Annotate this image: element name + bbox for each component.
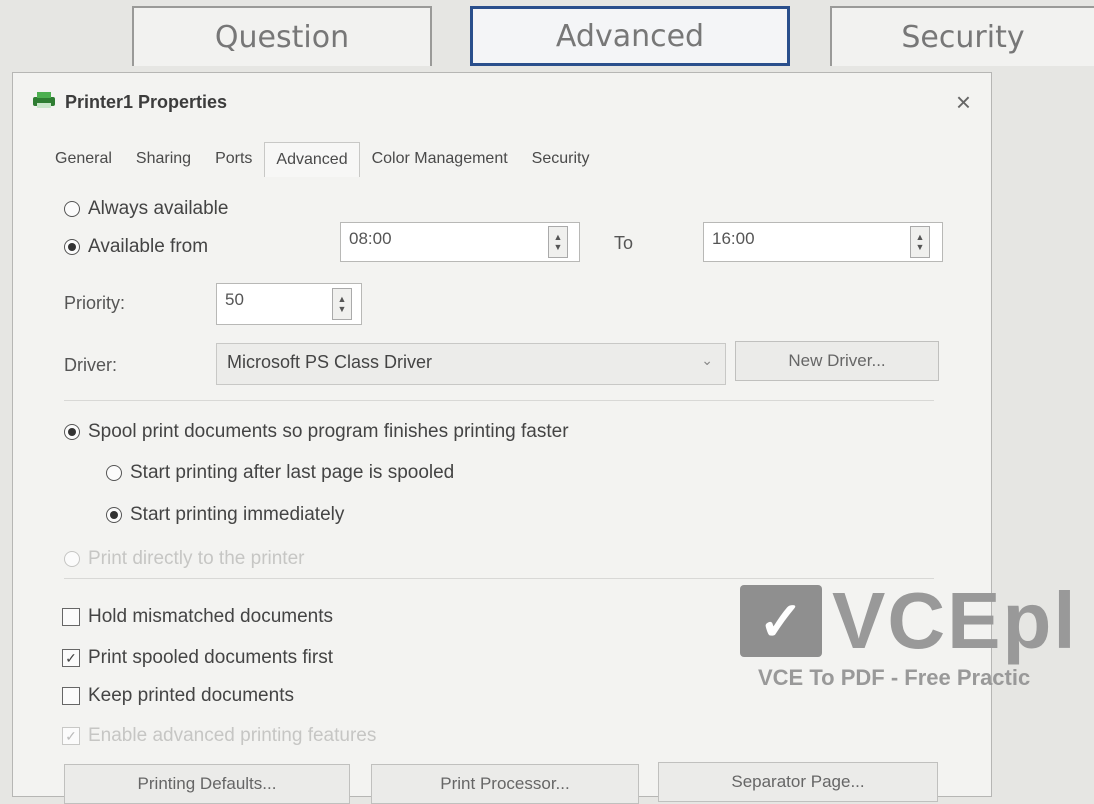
radio-icon (64, 424, 80, 440)
radio-start-immediately[interactable]: Start printing immediately (106, 504, 344, 526)
divider (64, 400, 934, 401)
tab-security-dialog[interactable]: Security (520, 141, 602, 177)
radio-immediately-label: Start printing immediately (130, 504, 345, 525)
tab-advanced-dialog[interactable]: Advanced (264, 142, 360, 177)
radio-icon (106, 465, 122, 481)
to-label: To (614, 233, 634, 253)
radio-spool[interactable]: Spool print documents so program finishe… (64, 421, 569, 443)
divider (64, 578, 934, 579)
check-hold-label: Hold mismatched documents (88, 606, 333, 627)
radio-direct-label: Print directly to the printer (88, 548, 305, 569)
radio-from-label: Available from (88, 236, 209, 257)
tab-question[interactable]: Question (132, 6, 432, 66)
tab-advanced[interactable]: Advanced (470, 6, 790, 66)
dialog-title-bar: Printer1 Properties (31, 91, 227, 114)
driver-value: Microsoft PS Class Driver (227, 352, 433, 372)
check-keep-label: Keep printed documents (88, 685, 294, 706)
check-mark-icon: ✓ (740, 585, 822, 657)
radio-available-from[interactable]: Available from (64, 236, 208, 258)
tab-general[interactable]: General (43, 141, 124, 177)
check-enable-advanced[interactable]: ✓ Enable advanced printing features (62, 725, 376, 747)
tab-ports[interactable]: Ports (203, 141, 264, 177)
radio-icon (64, 239, 80, 255)
to-time-input[interactable]: 16:00 (703, 222, 943, 262)
check-mark-icon: ✓ (62, 727, 80, 745)
checkbox-icon (62, 608, 80, 626)
tab-question-label: Question (214, 19, 350, 55)
tab-security[interactable]: Security (830, 6, 1094, 66)
check-advanced-label: Enable advanced printing features (88, 725, 377, 746)
watermark-name: VCEpl (832, 576, 1078, 665)
dialog-tabs: General Sharing Ports Advanced Color Man… (43, 141, 601, 177)
priority-label: Priority: (64, 293, 126, 313)
check-hold-mismatched[interactable]: Hold mismatched documents (62, 606, 333, 628)
radio-always-label: Always available (88, 198, 229, 219)
close-icon[interactable]: × (956, 87, 971, 118)
new-driver-button[interactable]: New Driver... (735, 341, 939, 381)
radio-icon (106, 507, 122, 523)
check-keep-printed[interactable]: Keep printed documents (62, 685, 294, 707)
tab-advanced-label: Advanced (555, 18, 705, 54)
radio-icon (64, 551, 80, 567)
tab-color-management[interactable]: Color Management (360, 141, 520, 177)
spinner-arrows-icon[interactable]: ▲ ▼ (332, 288, 352, 320)
radio-icon (64, 201, 80, 217)
spinner-arrows-icon[interactable]: ▲ ▼ (548, 226, 568, 258)
printing-defaults-button[interactable]: Printing Defaults... (64, 764, 350, 804)
radio-print-direct[interactable]: Print directly to the printer (64, 548, 304, 570)
radio-after-last-label: Start printing after last page is spoole… (130, 462, 455, 483)
separator-page-button[interactable]: Separator Page... (658, 762, 938, 802)
driver-label: Driver: (64, 355, 117, 375)
printer-icon (31, 91, 57, 114)
checkbox-icon (62, 687, 80, 705)
tab-sharing[interactable]: Sharing (124, 141, 203, 177)
tab-security-label: Security (901, 19, 1025, 55)
vce-watermark: ✓ VCEpl VCE To PDF - Free Practic (740, 576, 1094, 695)
from-time-input[interactable]: 08:00 (340, 222, 580, 262)
dialog-title: Printer1 Properties (65, 92, 228, 112)
radio-always-available[interactable]: Always available (64, 198, 228, 220)
check-spooled-label: Print spooled documents first (88, 647, 334, 668)
driver-select[interactable]: Microsoft PS Class Driver ⌄ (216, 343, 726, 385)
check-mark-icon: ✓ (62, 649, 80, 667)
print-processor-button[interactable]: Print Processor... (371, 764, 639, 804)
radio-spool-label: Spool print documents so program finishe… (88, 421, 569, 442)
chevron-down-icon: ⌄ (701, 352, 713, 368)
watermark-tagline: VCE To PDF - Free Practic (758, 665, 1031, 690)
check-print-spooled-first[interactable]: ✓ Print spooled documents first (62, 647, 333, 669)
radio-start-after-last[interactable]: Start printing after last page is spoole… (106, 462, 454, 484)
spinner-arrows-icon[interactable]: ▲ ▼ (910, 226, 930, 258)
